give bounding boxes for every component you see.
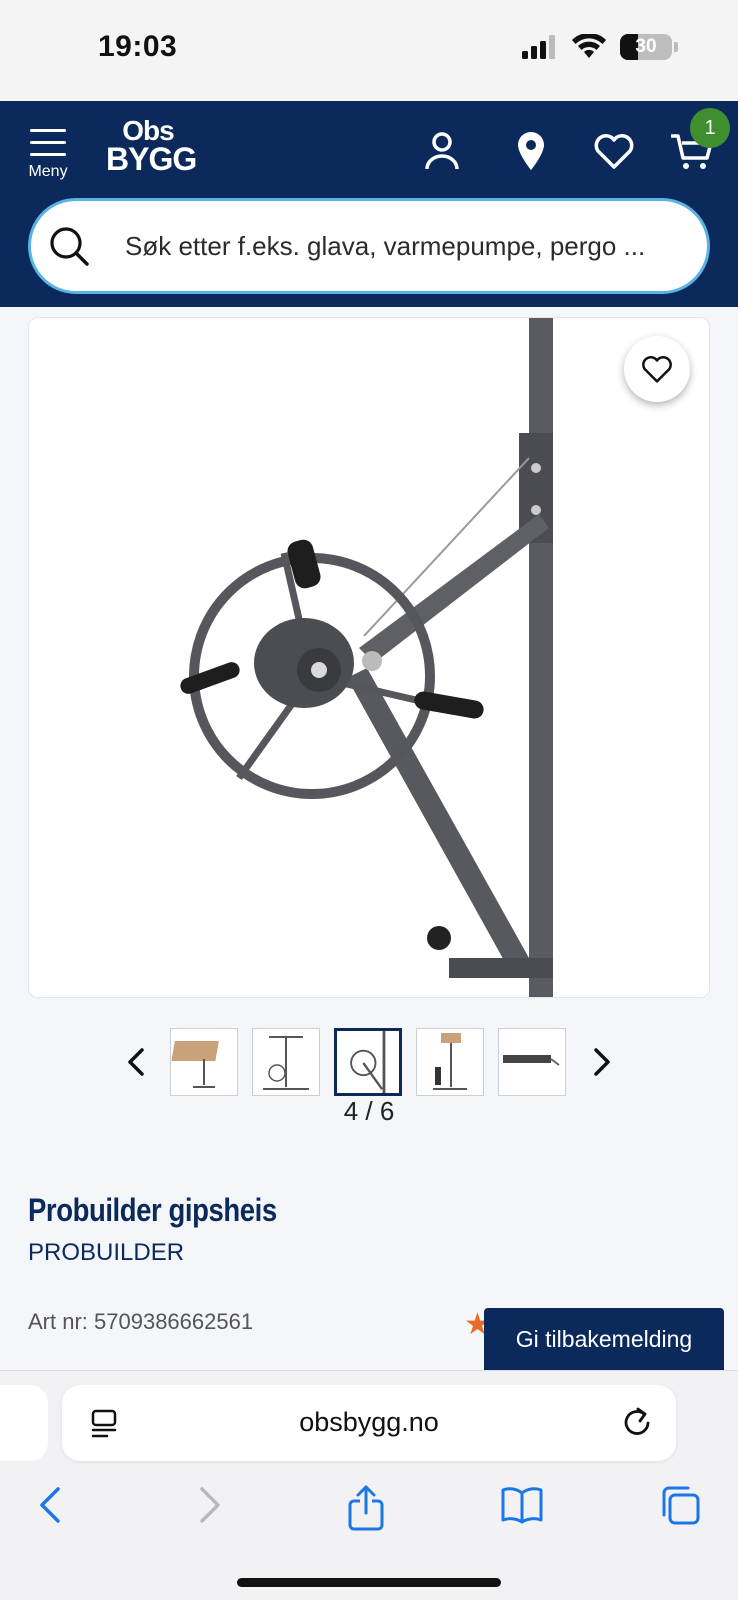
search-placeholder: Søk etter f.eks. glava, varmepumpe, perg… [125, 230, 646, 261]
menu-label: Meny [28, 163, 68, 180]
thumbnail-5-image [503, 1055, 560, 1066]
site-header: Meny Obs BYGG 1 Søk etter f.eks. glava, … [0, 101, 738, 307]
wifi-icon [572, 34, 606, 58]
battery-level: 30 [635, 36, 657, 57]
battery-icon: 30 [620, 34, 672, 60]
bookmarks-icon[interactable] [500, 1485, 544, 1525]
status-time: 19:03 [98, 30, 178, 63]
browser-toolbar: obsbygg.no [0, 1370, 738, 1600]
image-counter: 4 / 6 [343, 1096, 395, 1126]
search-input[interactable]: Søk etter f.eks. glava, varmepumpe, perg… [28, 198, 710, 294]
thumbnail-1[interactable] [170, 1028, 238, 1096]
tabs-icon[interactable] [658, 1485, 702, 1527]
drywall-lift-image [29, 318, 709, 997]
search-icon [50, 227, 89, 266]
status-bar: 19:03 30 [0, 0, 738, 101]
thumbnail-2-image [263, 1036, 309, 1090]
heart-icon [642, 356, 672, 383]
thumbnail-4-image [433, 1033, 467, 1090]
cellular-signal-icon [522, 35, 555, 59]
thumbnail-3-image [350, 1031, 386, 1093]
browser-nav-row [0, 1477, 738, 1547]
reload-icon[interactable] [622, 1405, 654, 1439]
wishlist-heart-icon[interactable] [592, 129, 636, 173]
thumbnail-4[interactable] [416, 1028, 484, 1096]
cart-count-badge: 1 [690, 108, 730, 148]
address-bar[interactable]: obsbygg.no [62, 1385, 676, 1461]
feedback-button[interactable]: Gi tilbakemelding [484, 1308, 724, 1370]
thumbnail-2[interactable] [252, 1028, 320, 1096]
previous-image-arrow-icon[interactable] [122, 1046, 150, 1078]
obs-bygg-logo[interactable]: Obs BYGG [106, 117, 197, 177]
thumbnail-3-active[interactable] [334, 1028, 402, 1096]
thumbnail-1-image [171, 1041, 219, 1088]
add-to-favorites-button[interactable] [624, 336, 690, 402]
article-number: Art nr: 5709386662561 [28, 1309, 254, 1334]
share-icon[interactable] [346, 1485, 386, 1531]
hamburger-icon [30, 129, 66, 156]
status-icons: 30 [522, 34, 678, 60]
product-image[interactable] [28, 317, 710, 998]
menu-button[interactable]: Meny [22, 121, 74, 187]
product-brand-link[interactable]: PROBUILDER [28, 1239, 184, 1267]
product-title: Probuilder gipsheis [28, 1192, 277, 1228]
thumbnail-5[interactable] [498, 1028, 566, 1096]
forward-arrow-icon[interactable] [196, 1485, 224, 1525]
url-text: obsbygg.no [299, 1407, 439, 1437]
battery-tip [674, 42, 678, 52]
account-icon[interactable] [420, 129, 464, 173]
back-arrow-icon[interactable] [36, 1485, 64, 1525]
home-indicator[interactable] [237, 1578, 501, 1587]
next-image-arrow-icon[interactable] [588, 1046, 616, 1078]
logo-bottom: BYGG [106, 141, 197, 177]
store-location-icon[interactable] [509, 129, 553, 173]
previous-tab-preview[interactable] [0, 1385, 48, 1461]
